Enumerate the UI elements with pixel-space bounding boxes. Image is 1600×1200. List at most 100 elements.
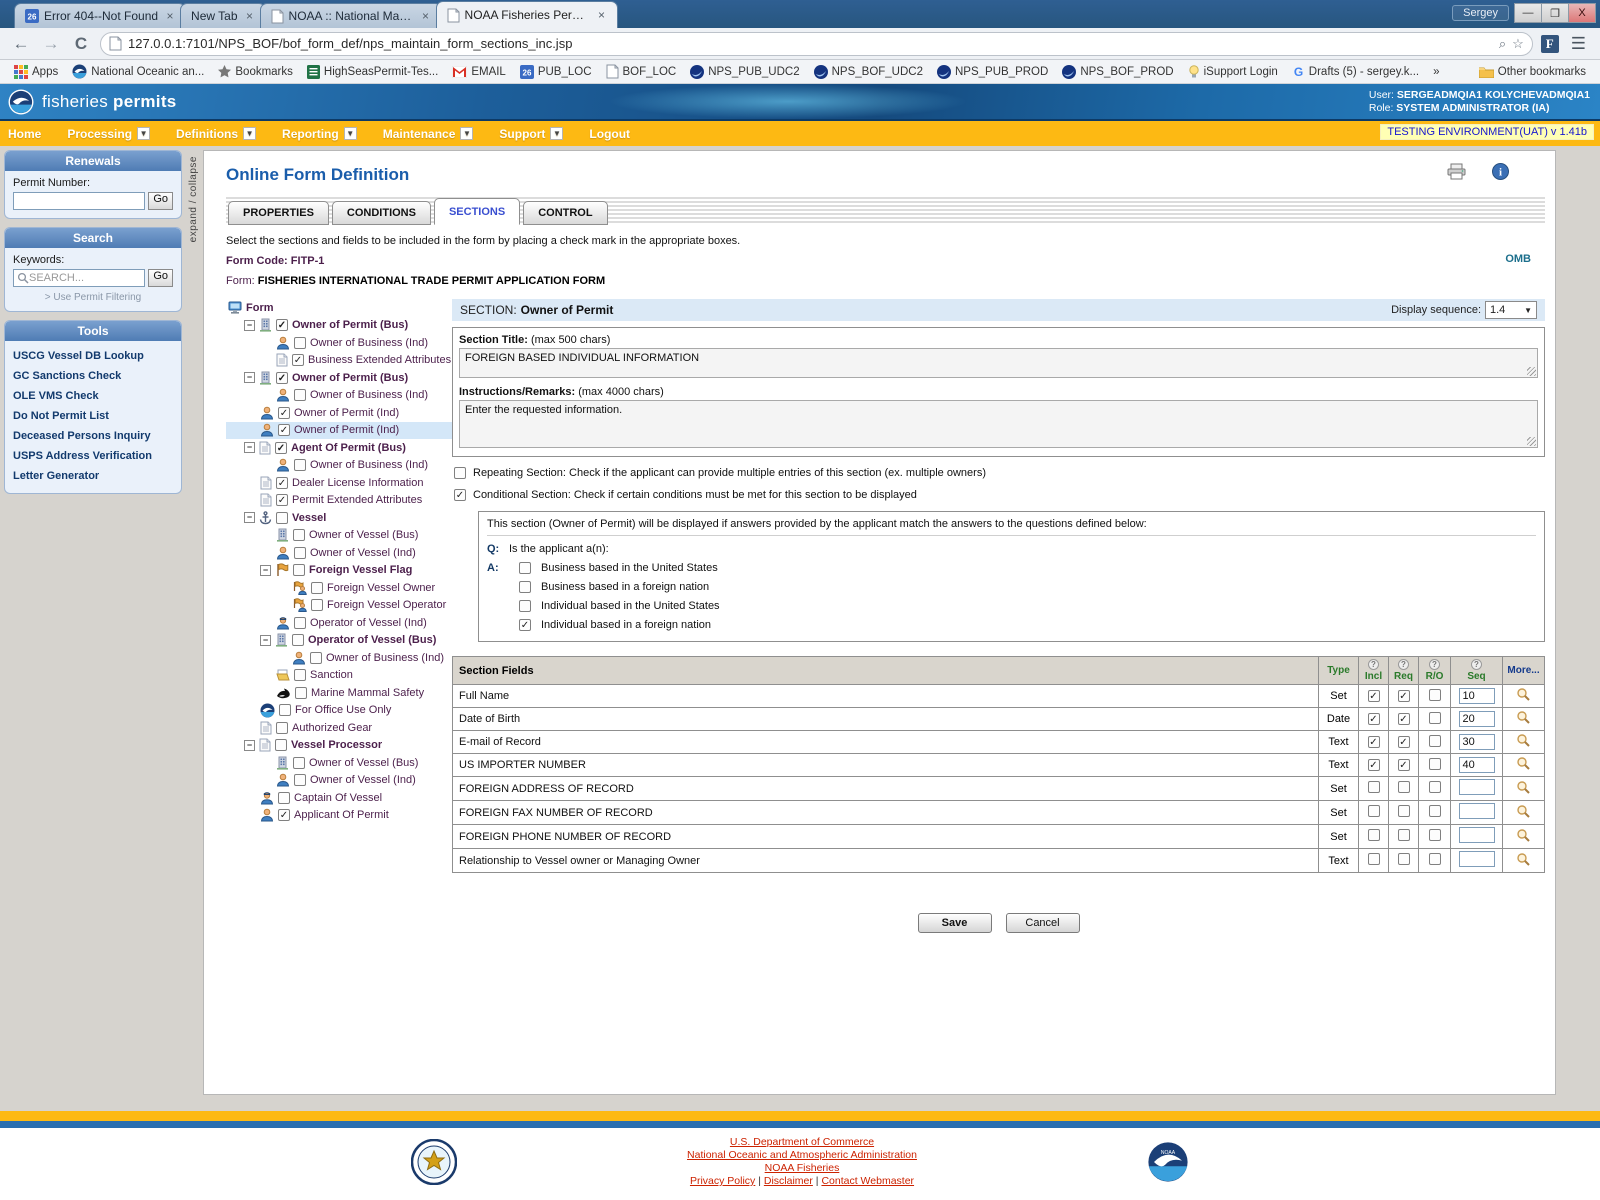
answer-checkbox[interactable]: [519, 619, 531, 631]
field-ro-checkbox[interactable]: [1429, 805, 1441, 817]
field-ro-checkbox[interactable]: [1429, 712, 1441, 724]
bookmark-item[interactable]: Other bookmarks: [1473, 64, 1592, 80]
tree-node-checkbox[interactable]: [278, 809, 290, 821]
forward-icon[interactable]: →: [40, 34, 62, 54]
tab-sections[interactable]: SECTIONS: [434, 198, 520, 225]
tree-node-checkbox[interactable]: [276, 319, 288, 331]
field-req-checkbox[interactable]: [1398, 781, 1410, 793]
tree-node-checkbox[interactable]: [311, 599, 323, 611]
browser-tab[interactable]: 26Error 404--Not Found×: [14, 3, 186, 28]
tree-node-checkbox[interactable]: [310, 652, 322, 664]
tree-node-checkbox[interactable]: [276, 722, 288, 734]
repeating-section-checkbox[interactable]: [454, 467, 466, 479]
section-title-input[interactable]: FOREIGN BASED INDIVIDUAL INFORMATION: [459, 348, 1538, 378]
tree-node[interactable]: Dealer License Information: [226, 474, 452, 492]
tree-node[interactable]: Authorized Gear: [226, 719, 452, 737]
tree-node-checkbox[interactable]: [278, 424, 290, 436]
tree-node-checkbox[interactable]: [292, 354, 304, 366]
field-req-checkbox[interactable]: [1398, 853, 1410, 865]
tree-node-checkbox[interactable]: [278, 792, 290, 804]
field-details-magnifier-icon[interactable]: [1516, 804, 1531, 819]
tree-node[interactable]: −Agent Of Permit (Bus): [226, 439, 452, 457]
field-details-magnifier-icon[interactable]: [1516, 756, 1531, 771]
tab-close-icon[interactable]: ×: [419, 9, 433, 23]
chevron-down-icon[interactable]: ▼: [344, 127, 357, 140]
tree-node-checkbox[interactable]: [276, 512, 288, 524]
tree-expander-icon[interactable]: −: [260, 635, 271, 646]
tree-node[interactable]: −Vessel: [226, 509, 452, 527]
search-input[interactable]: SEARCH...: [13, 269, 145, 287]
nav-item-reporting[interactable]: Reporting▼: [282, 127, 357, 141]
info-icon[interactable]: i: [1492, 163, 1509, 180]
tree-node[interactable]: Owner of Vessel (Ind): [226, 544, 452, 562]
tree-node-checkbox[interactable]: [294, 547, 306, 559]
footer-link[interactable]: Contact Webmaster: [821, 1175, 914, 1187]
footer-link[interactable]: NOAA Fisheries: [765, 1162, 840, 1174]
browser-tab[interactable]: New Tab×: [180, 3, 265, 28]
tree-node[interactable]: Applicant Of Permit: [226, 807, 452, 825]
tool-link[interactable]: GC Sanctions Check: [13, 367, 173, 385]
tab-close-icon[interactable]: ×: [595, 8, 609, 22]
answer-checkbox[interactable]: [519, 581, 531, 593]
tree-node[interactable]: Owner of Vessel (Ind): [226, 772, 452, 790]
nav-item-processing[interactable]: Processing▼: [67, 127, 150, 141]
answer-checkbox[interactable]: [519, 562, 531, 574]
field-req-checkbox[interactable]: [1398, 690, 1410, 702]
tree-node[interactable]: Owner of Vessel (Bus): [226, 527, 452, 545]
field-ro-checkbox[interactable]: [1429, 781, 1441, 793]
tab-close-icon[interactable]: ×: [243, 9, 257, 23]
field-details-magnifier-icon[interactable]: [1516, 780, 1531, 795]
tree-node-checkbox[interactable]: [294, 669, 306, 681]
tree-expander-icon[interactable]: −: [244, 320, 255, 331]
tree-node[interactable]: Operator of Vessel (Ind): [226, 614, 452, 632]
url-field[interactable]: 127.0.0.1:7101/NPS_BOF/bof_form_def/nps_…: [100, 32, 1533, 56]
bookmark-item[interactable]: NPS_PUB_UDC2: [684, 63, 805, 81]
browser-tab[interactable]: NOAA :: National Marine F×: [260, 3, 442, 28]
tree-node[interactable]: Business Extended Attributes: [226, 352, 452, 370]
nav-item-logout[interactable]: Logout: [589, 127, 630, 141]
field-details-magnifier-icon[interactable]: [1516, 710, 1531, 725]
display-sequence-select[interactable]: 1.4▼: [1485, 301, 1537, 319]
resize-handle-icon[interactable]: [1527, 367, 1536, 376]
tree-node[interactable]: Foreign Vessel Owner: [226, 579, 452, 597]
chevron-down-icon[interactable]: ▼: [243, 127, 256, 140]
renewals-go-button[interactable]: Go: [148, 192, 173, 210]
print-icon[interactable]: [1447, 163, 1466, 180]
field-ro-checkbox[interactable]: [1429, 758, 1441, 770]
browser-tab[interactable]: NOAA Fisheries Permits×: [436, 1, 618, 28]
nav-item-maintenance[interactable]: Maintenance▼: [383, 127, 474, 141]
tab-conditions[interactable]: CONDITIONS: [332, 201, 431, 225]
chevron-down-icon[interactable]: ▼: [137, 127, 150, 140]
footer-link[interactable]: National Oceanic and Atmospheric Adminis…: [687, 1149, 917, 1161]
field-req-checkbox[interactable]: [1398, 736, 1410, 748]
tree-expander-icon[interactable]: −: [260, 565, 271, 576]
tree-node[interactable]: Form: [226, 299, 452, 317]
help-icon[interactable]: [1429, 659, 1440, 670]
minimize-button[interactable]: —: [1514, 3, 1542, 23]
chrome-menu-icon[interactable]: ☰: [1567, 34, 1590, 54]
field-details-magnifier-icon[interactable]: [1516, 733, 1531, 748]
help-icon[interactable]: [1398, 659, 1409, 670]
field-details-magnifier-icon[interactable]: [1516, 828, 1531, 843]
bookmark-item[interactable]: Bookmarks: [212, 63, 299, 80]
tool-link[interactable]: USPS Address Verification: [13, 447, 173, 465]
bookmark-item[interactable]: NPS_BOF_UDC2: [808, 63, 929, 81]
tree-expander-icon[interactable]: −: [244, 740, 255, 751]
tree-node[interactable]: Permit Extended Attributes: [226, 492, 452, 510]
resize-handle-icon[interactable]: [1527, 437, 1536, 446]
tree-node[interactable]: Owner of Business (Ind): [226, 649, 452, 667]
tree-node-checkbox[interactable]: [279, 704, 291, 716]
tree-node[interactable]: −Owner of Permit (Bus): [226, 317, 452, 335]
field-ro-checkbox[interactable]: [1429, 829, 1441, 841]
tree-node[interactable]: Foreign Vessel Operator: [226, 597, 452, 615]
back-icon[interactable]: ←: [10, 34, 32, 54]
tree-expander-icon[interactable]: −: [244, 442, 255, 453]
close-button[interactable]: X: [1568, 3, 1596, 23]
bookmark-item[interactable]: iSupport Login: [1182, 63, 1284, 81]
tree-node[interactable]: −Owner of Permit (Bus): [226, 369, 452, 387]
tree-node[interactable]: Owner of Business (Ind): [226, 387, 452, 405]
field-req-checkbox[interactable]: [1398, 829, 1410, 841]
field-incl-checkbox[interactable]: [1368, 690, 1380, 702]
field-ro-checkbox[interactable]: [1429, 853, 1441, 865]
maximize-button[interactable]: ❐: [1541, 3, 1569, 23]
